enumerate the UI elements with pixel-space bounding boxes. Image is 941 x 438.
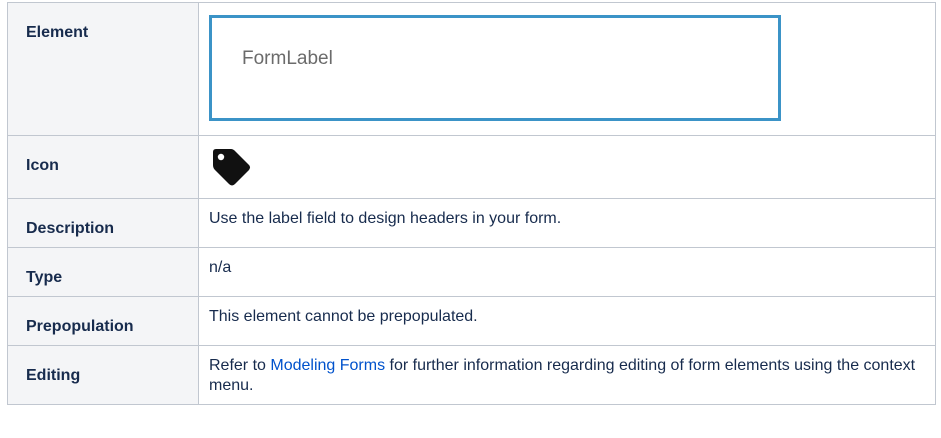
formlabel-preview: FormLabel: [209, 15, 781, 121]
row-type: Type n/a: [7, 247, 936, 297]
prepopulation-text: This element cannot be prepopulated.: [209, 308, 478, 325]
row-icon: Icon: [7, 135, 936, 199]
row-header-element: Element: [7, 2, 199, 136]
row-editing: Editing Refer to Modeling Forms for furt…: [7, 345, 936, 405]
row-header-label: Icon: [26, 157, 59, 174]
modeling-forms-link[interactable]: Modeling Forms: [270, 357, 385, 374]
row-value-editing: Refer to Modeling Forms for further info…: [198, 345, 936, 405]
row-element: Element FormLabel: [7, 2, 936, 136]
type-text: n/a: [209, 259, 232, 276]
row-header-icon: Icon: [7, 135, 199, 199]
row-prepopulation: Prepopulation This element cannot be pre…: [7, 296, 936, 346]
row-header-label: Type: [26, 269, 63, 286]
editing-text: Refer to Modeling Forms for further info…: [209, 356, 935, 396]
editing-prefix: Refer to: [209, 357, 271, 374]
row-value-description: Use the label field to design headers in…: [198, 198, 936, 248]
row-header-prepopulation: Prepopulation: [7, 296, 199, 346]
row-header-label: Description: [26, 220, 115, 237]
row-header-label: Editing: [26, 367, 81, 384]
row-header-label: Prepopulation: [26, 318, 134, 335]
row-value-prepopulation: This element cannot be prepopulated.: [198, 296, 936, 346]
row-header-label: Element: [26, 24, 89, 41]
properties-table: Element FormLabel Icon Description Use t…: [7, 2, 936, 405]
row-value-element: FormLabel: [198, 2, 936, 136]
row-header-type: Type: [7, 247, 199, 297]
row-header-description: Description: [7, 198, 199, 248]
description-text: Use the label field to design headers in…: [209, 210, 562, 227]
row-description: Description Use the label field to desig…: [7, 198, 936, 248]
row-value-type: n/a: [198, 247, 936, 297]
row-value-icon: [198, 135, 936, 199]
tag-icon: [213, 149, 250, 186]
formlabel-preview-text: FormLabel: [242, 48, 333, 69]
row-header-editing: Editing: [7, 345, 199, 405]
